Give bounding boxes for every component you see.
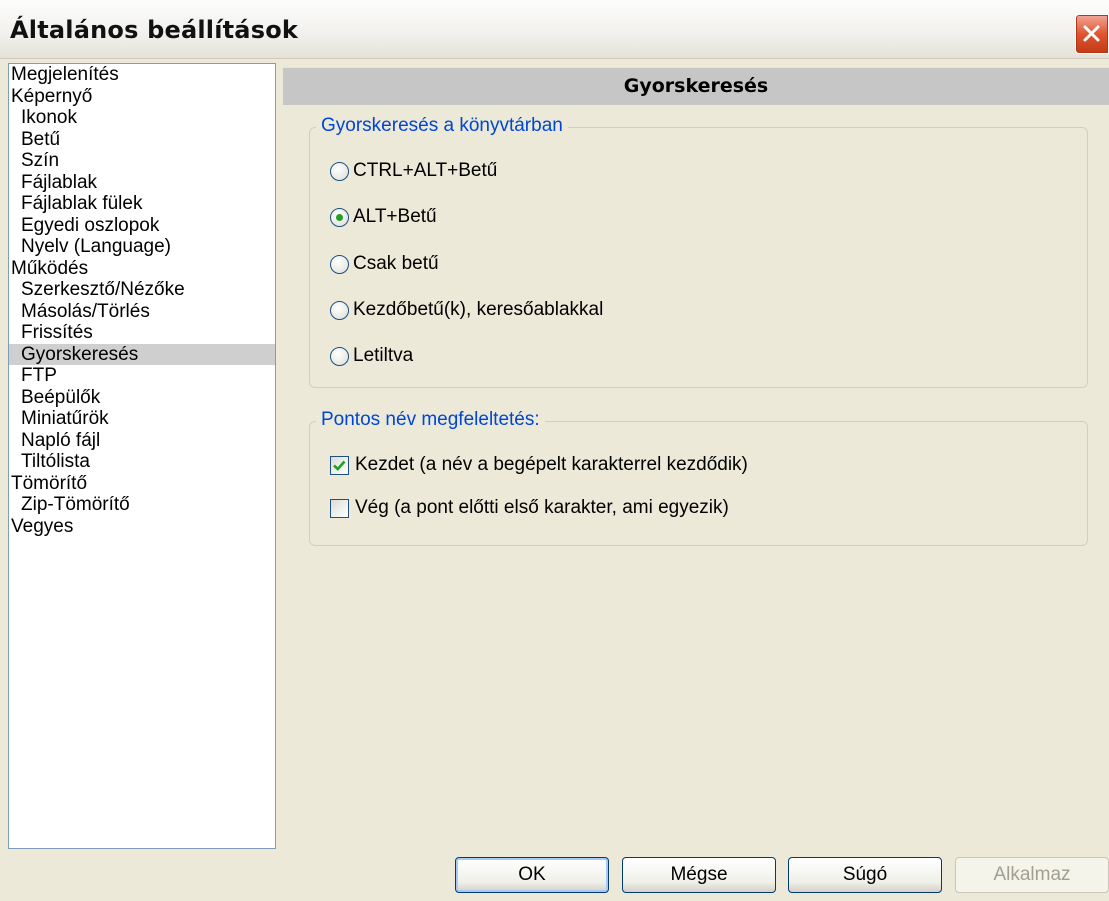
- tree-item[interactable]: Zip-Tömörítő: [9, 494, 275, 516]
- panel-header: Gyorskeresés: [283, 67, 1109, 105]
- settings-category-tree[interactable]: Megjelenítés Képernyő Ikonok Betű Szín Fájlab…: [8, 63, 276, 849]
- tree-item[interactable]: Másolás/Törlés: [9, 301, 275, 323]
- radio-button[interactable]: [330, 254, 349, 274]
- tree-item[interactable]: Gyorskeresés: [9, 343, 275, 365]
- radio-initials-search-window[interactable]: Kezdőbetű(k), keresőablakkal: [330, 297, 603, 323]
- tree-item[interactable]: Képernyő: [9, 86, 275, 108]
- radio-button-selected[interactable]: [330, 207, 349, 227]
- tree-item[interactable]: Ikonok: [9, 107, 275, 129]
- radio-button[interactable]: [330, 300, 349, 320]
- radio-letter-only[interactable]: Csak betű: [330, 251, 439, 277]
- radio-alt-letter[interactable]: ALT+Betű: [330, 204, 437, 230]
- quick-search-group: Gyorskeresés a könyvtárban CTRL+ALT+Betű…: [309, 115, 1088, 388]
- title-bar: Általános beállítások: [0, 0, 1109, 59]
- radio-button[interactable]: [330, 346, 349, 366]
- window-title: Általános beállítások: [10, 16, 299, 44]
- quick-search-legend: Gyorskeresés a könyvtárban: [316, 115, 568, 137]
- tree-item[interactable]: Egyedi oszlopok: [9, 215, 275, 237]
- tree-item[interactable]: Szín: [9, 150, 275, 172]
- radio-label: Csak betű: [353, 253, 439, 274]
- tree-item[interactable]: Fájlablak fülek: [9, 193, 275, 215]
- tree-item[interactable]: Tömörítő: [9, 473, 275, 495]
- tree-item[interactable]: Nyelv (Language): [9, 236, 275, 258]
- tree-item[interactable]: Napló fájl: [9, 430, 275, 452]
- checkbox[interactable]: [330, 455, 349, 475]
- tree-item[interactable]: Beépülők: [9, 387, 275, 409]
- apply-button: Alkalmaz: [955, 857, 1109, 893]
- cancel-button[interactable]: Mégse: [622, 857, 776, 893]
- tree-item[interactable]: Megjelenítés: [9, 64, 275, 86]
- checkbox[interactable]: [330, 498, 349, 518]
- tree-item[interactable]: Miniatűrök: [9, 408, 275, 430]
- radio-button[interactable]: [330, 161, 349, 181]
- tree-item[interactable]: Frissítés: [9, 322, 275, 344]
- tree-item[interactable]: Vegyes: [9, 516, 275, 538]
- help-button[interactable]: Súgó: [788, 857, 942, 893]
- tree-item[interactable]: Szerkesztő/Nézőke: [9, 279, 275, 301]
- radio-label: CTRL+ALT+Betű: [353, 160, 498, 181]
- checkbox-label: Vég (a pont előtti első karakter, ami eg…: [355, 497, 729, 518]
- ok-button[interactable]: OK: [455, 857, 609, 893]
- tree-item[interactable]: FTP: [9, 365, 275, 387]
- radio-label: Letiltva: [353, 345, 414, 366]
- tree-item[interactable]: Betű: [9, 129, 275, 151]
- tree-item[interactable]: Működés: [9, 258, 275, 280]
- radio-label: Kezdőbetű(k), keresőablakkal: [353, 299, 604, 320]
- close-icon: [1083, 25, 1100, 42]
- radio-label: ALT+Betű: [353, 206, 437, 227]
- checkmark-icon: [333, 460, 346, 471]
- checkbox-label: Kezdet (a név a begépelt karakterrel kez…: [355, 454, 748, 475]
- checkbox-start-match[interactable]: Kezdet (a név a begépelt karakterrel kez…: [330, 452, 748, 478]
- radio-disabled[interactable]: Letiltva: [330, 343, 413, 369]
- radio-ctrl-alt-letter[interactable]: CTRL+ALT+Betű: [330, 158, 497, 184]
- tree-item[interactable]: Fájlablak: [9, 172, 275, 194]
- exact-name-match-group: Pontos név megfeleltetés: Kezdet (a név …: [309, 409, 1088, 546]
- close-button[interactable]: [1075, 14, 1109, 54]
- exact-match-legend: Pontos név megfeleltetés:: [316, 409, 545, 431]
- checkbox-end-match[interactable]: Vég (a pont előtti első karakter, ami eg…: [330, 495, 729, 521]
- panel-title: Gyorskeresés: [623, 75, 769, 97]
- tree-item[interactable]: Tiltólista: [9, 451, 275, 473]
